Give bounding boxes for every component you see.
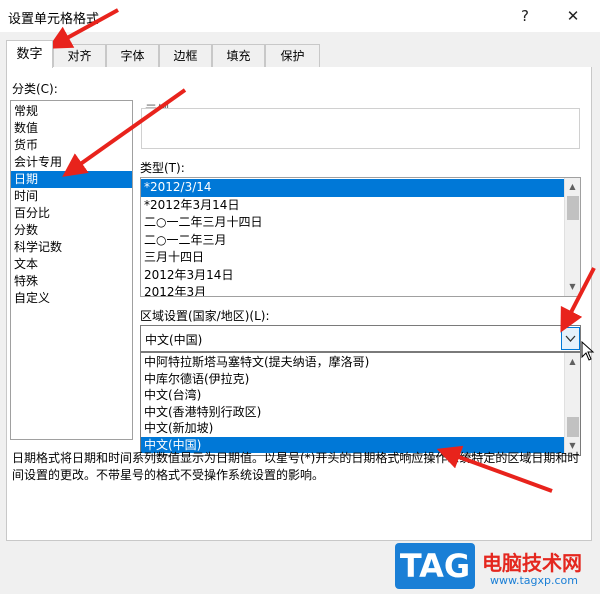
annotation-arrow-tab — [47, 8, 119, 49]
watermark-badge: TAG — [395, 543, 475, 589]
annotation-arrow-layer — [47, 8, 596, 493]
watermark-title: 电脑技术网 — [482, 551, 582, 575]
annotation-arrow-dropdown — [560, 267, 596, 333]
watermark-url: www.tagxp.com — [490, 574, 578, 587]
annotation-arrow-china — [436, 445, 553, 493]
annotation-arrow-date — [62, 88, 187, 177]
tab-number[interactable]: 数字 — [6, 40, 53, 68]
